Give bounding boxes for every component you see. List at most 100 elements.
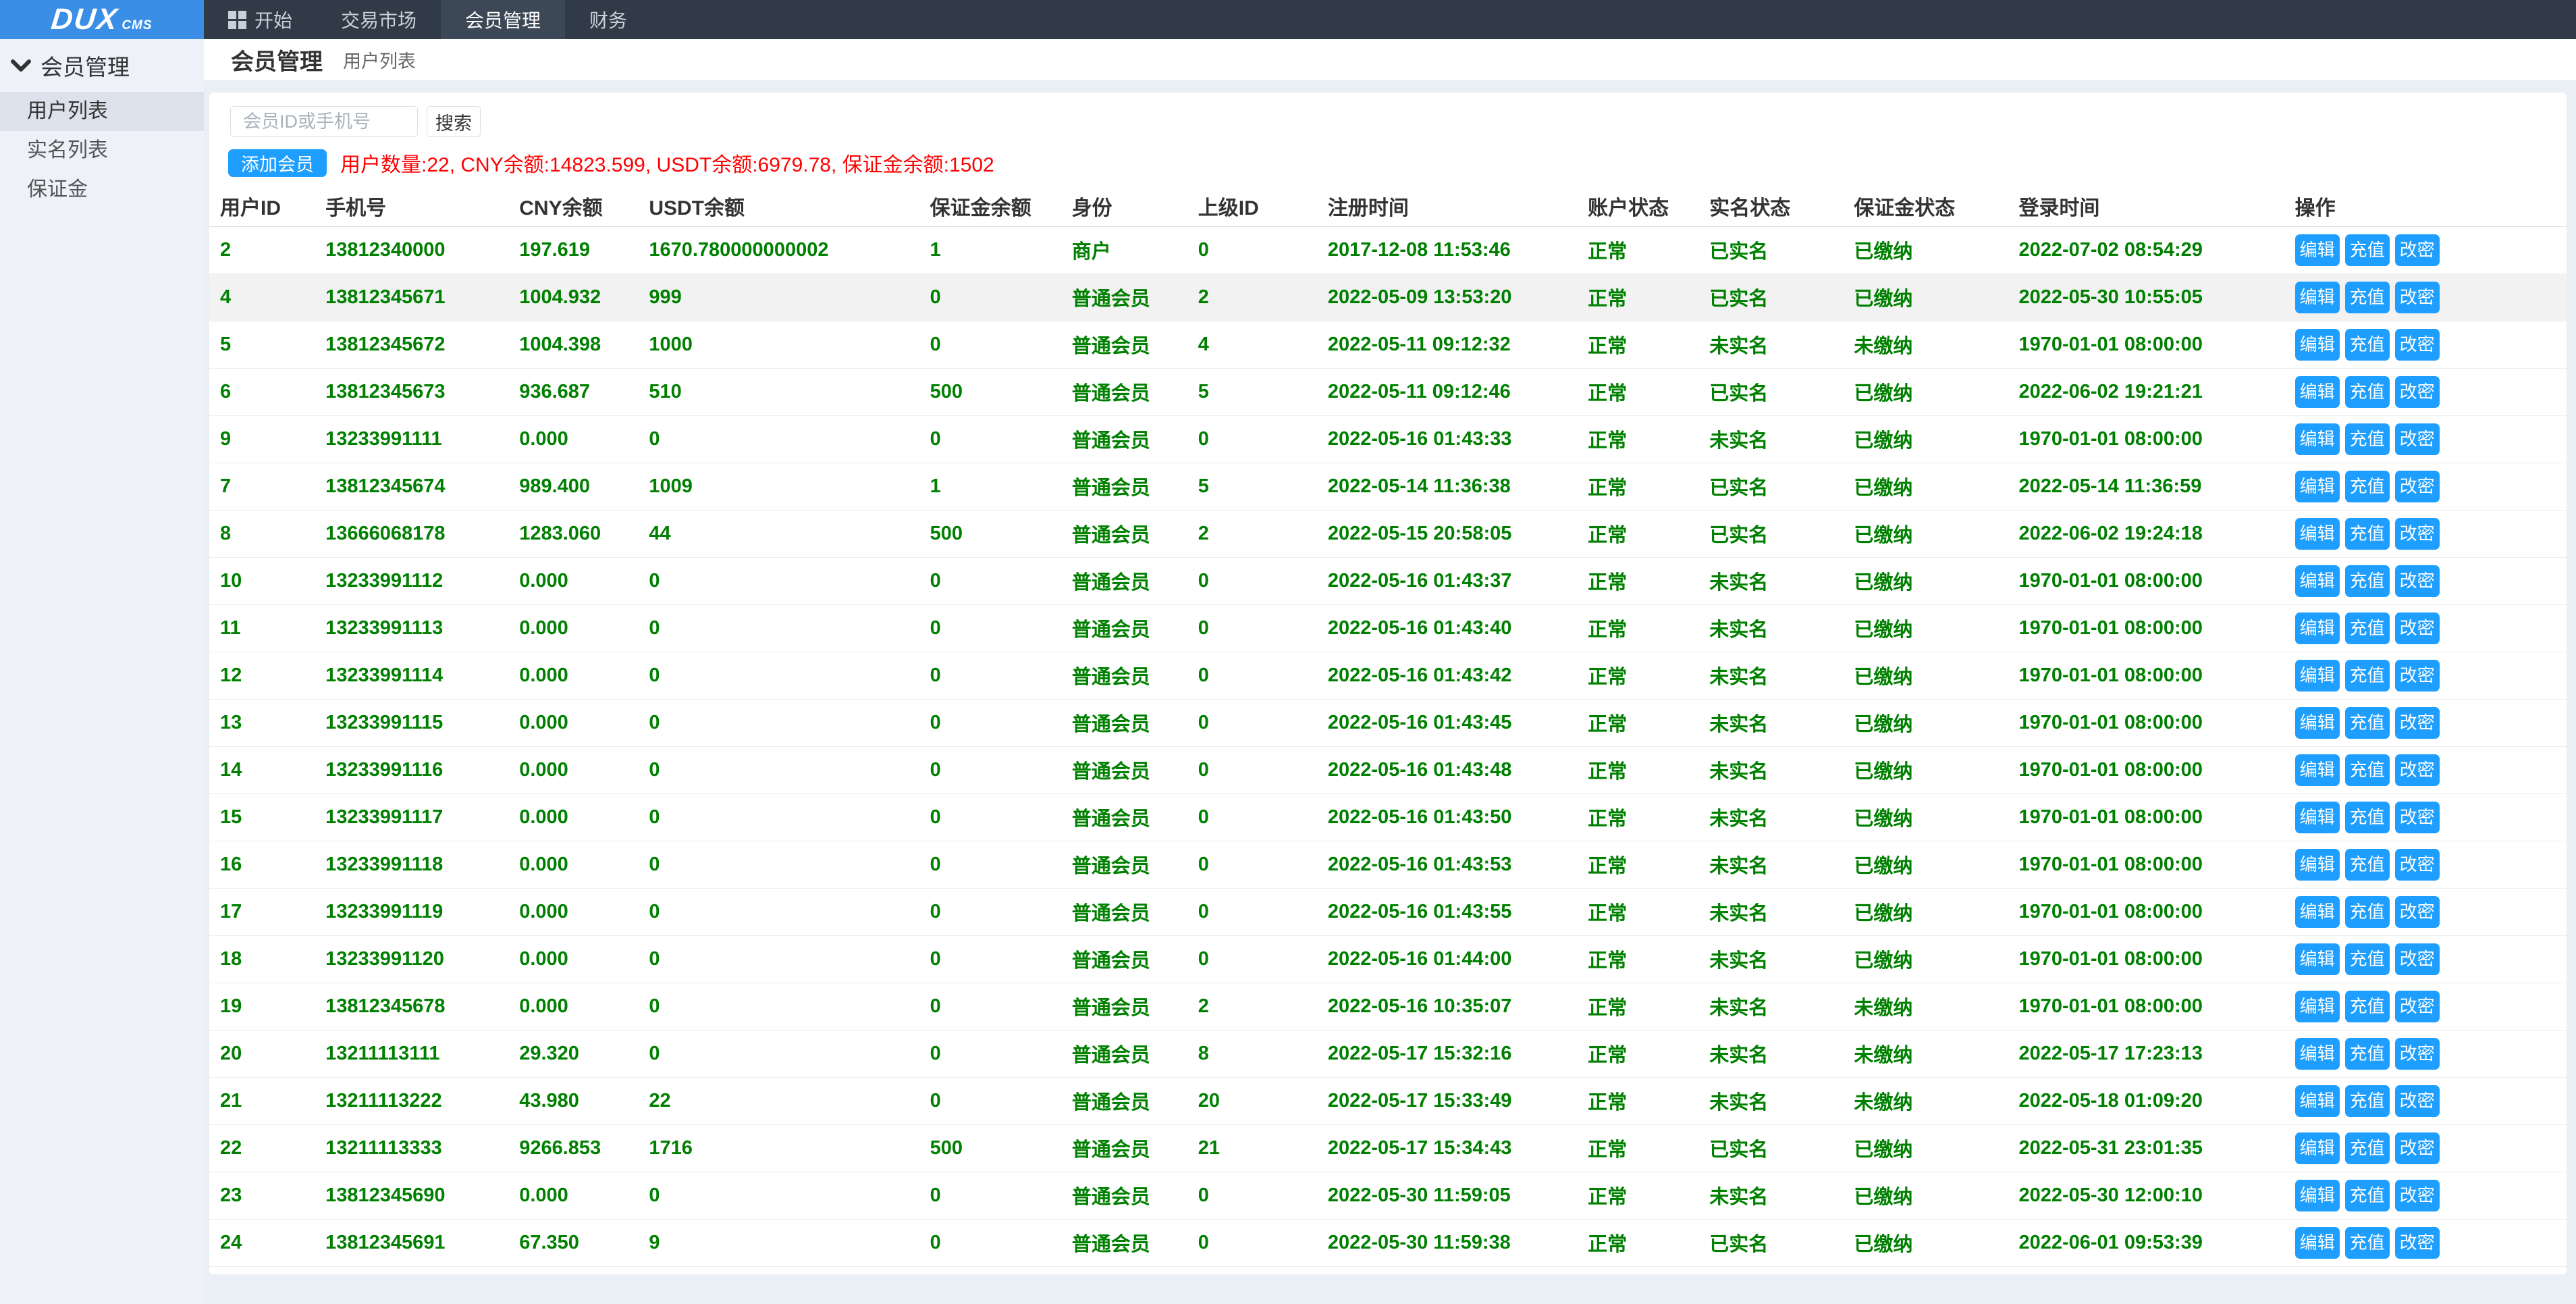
cell-actions: 编辑充值改密 xyxy=(2284,415,2567,463)
recharge-button[interactable]: 充值 xyxy=(2345,234,2390,266)
recharge-button[interactable]: 充值 xyxy=(2345,423,2390,455)
cell-register-time: 2017-12-08 11:53:46 xyxy=(1317,226,1577,273)
change-password-button[interactable]: 改密 xyxy=(2395,707,2440,739)
change-password-button[interactable]: 改密 xyxy=(2395,1180,2440,1211)
change-password-button[interactable]: 改密 xyxy=(2395,1038,2440,1070)
cell-usdt-balance: 0 xyxy=(638,604,919,652)
change-password-button[interactable]: 改密 xyxy=(2395,518,2440,550)
logo[interactable]: DUX CMS xyxy=(0,0,204,39)
cell-parent-id: 0 xyxy=(1187,935,1317,983)
change-password-button[interactable]: 改密 xyxy=(2395,896,2440,928)
cell-actions: 编辑充值改密 xyxy=(2284,841,2567,888)
cell-usdt-balance: 999 xyxy=(638,273,919,321)
cell-phone: 13233991112 xyxy=(315,557,508,604)
edit-button[interactable]: 编辑 xyxy=(2295,849,2340,881)
edit-button[interactable]: 编辑 xyxy=(2295,707,2340,739)
change-password-button[interactable]: 改密 xyxy=(2395,471,2440,502)
add-member-button[interactable]: 添加会员 xyxy=(228,149,327,177)
cell-cny-balance: 0.000 xyxy=(508,935,638,983)
cell-deposit-balance: 0 xyxy=(919,699,1061,746)
cell-register-time: 2022-05-30 11:59:05 xyxy=(1317,1172,1577,1219)
recharge-button[interactable]: 充值 xyxy=(2345,802,2390,833)
recharge-button[interactable]: 充值 xyxy=(2345,660,2390,692)
edit-button[interactable]: 编辑 xyxy=(2295,329,2340,361)
sidebar-group-member-management[interactable]: 会员管理 xyxy=(0,39,204,92)
edit-button[interactable]: 编辑 xyxy=(2295,471,2340,502)
change-password-button[interactable]: 改密 xyxy=(2395,660,2440,692)
edit-button[interactable]: 编辑 xyxy=(2295,518,2340,550)
change-password-button[interactable]: 改密 xyxy=(2395,329,2440,361)
change-password-button[interactable]: 改密 xyxy=(2395,754,2440,786)
sidebar-item-deposit[interactable]: 保证金 xyxy=(0,170,204,209)
recharge-button[interactable]: 充值 xyxy=(2345,991,2390,1022)
edit-button[interactable]: 编辑 xyxy=(2295,1132,2340,1164)
edit-button[interactable]: 编辑 xyxy=(2295,1227,2340,1259)
change-password-button[interactable]: 改密 xyxy=(2395,943,2440,975)
sidebar-item-realname-list[interactable]: 实名列表 xyxy=(0,131,204,170)
recharge-button[interactable]: 充值 xyxy=(2345,1038,2390,1070)
cell-realname-status: 未实名 xyxy=(1698,888,1843,935)
cell-login-time: 1970-01-01 08:00:00 xyxy=(2008,321,2284,368)
recharge-button[interactable]: 充值 xyxy=(2345,518,2390,550)
nav-item-member-management[interactable]: 会员管理 xyxy=(441,0,565,39)
cell-actions: 编辑充值改密 xyxy=(2284,1030,2567,1077)
table-row: 13132339911150.00000普通会员02022-05-16 01:4… xyxy=(209,699,2567,746)
edit-button[interactable]: 编辑 xyxy=(2295,896,2340,928)
recharge-button[interactable]: 充值 xyxy=(2345,329,2390,361)
change-password-button[interactable]: 改密 xyxy=(2395,376,2440,408)
recharge-button[interactable]: 充值 xyxy=(2345,471,2390,502)
recharge-button[interactable]: 充值 xyxy=(2345,1227,2390,1259)
edit-button[interactable]: 编辑 xyxy=(2295,612,2340,644)
recharge-button[interactable]: 充值 xyxy=(2345,943,2390,975)
edit-button[interactable]: 编辑 xyxy=(2295,423,2340,455)
change-password-button[interactable]: 改密 xyxy=(2395,565,2440,597)
edit-button[interactable]: 编辑 xyxy=(2295,1085,2340,1117)
recharge-button[interactable]: 充值 xyxy=(2345,282,2390,313)
cell-realname-status: 已实名 xyxy=(1698,1219,1843,1266)
cell-deposit-status: 已缴纳 xyxy=(1843,510,2008,557)
recharge-button[interactable]: 充值 xyxy=(2345,1132,2390,1164)
recharge-button[interactable]: 充值 xyxy=(2345,754,2390,786)
recharge-button[interactable]: 充值 xyxy=(2345,707,2390,739)
change-password-button[interactable]: 改密 xyxy=(2395,991,2440,1022)
edit-button[interactable]: 编辑 xyxy=(2295,1180,2340,1211)
nav-item-trading-market[interactable]: 交易市场 xyxy=(317,0,441,39)
change-password-button[interactable]: 改密 xyxy=(2395,234,2440,266)
edit-button[interactable]: 编辑 xyxy=(2295,943,2340,975)
cell-realname-status: 已实名 xyxy=(1698,368,1843,415)
cell-actions: 编辑充值改密 xyxy=(2284,652,2567,699)
search-input[interactable] xyxy=(230,106,418,137)
change-password-button[interactable]: 改密 xyxy=(2395,1227,2440,1259)
edit-button[interactable]: 编辑 xyxy=(2295,991,2340,1022)
cell-usdt-balance: 0 xyxy=(638,888,919,935)
edit-button[interactable]: 编辑 xyxy=(2295,282,2340,313)
change-password-button[interactable]: 改密 xyxy=(2395,849,2440,881)
cell-actions: 编辑充值改密 xyxy=(2284,604,2567,652)
recharge-button[interactable]: 充值 xyxy=(2345,1085,2390,1117)
table-row: 211321111322243.980220普通会员202022-05-17 1… xyxy=(209,1077,2567,1124)
search-button[interactable]: 搜索 xyxy=(427,106,481,137)
change-password-button[interactable]: 改密 xyxy=(2395,423,2440,455)
sidebar-group-label: 会员管理 xyxy=(41,49,130,82)
recharge-button[interactable]: 充值 xyxy=(2345,849,2390,881)
change-password-button[interactable]: 改密 xyxy=(2395,802,2440,833)
edit-button[interactable]: 编辑 xyxy=(2295,565,2340,597)
edit-button[interactable]: 编辑 xyxy=(2295,234,2340,266)
change-password-button[interactable]: 改密 xyxy=(2395,282,2440,313)
edit-button[interactable]: 编辑 xyxy=(2295,754,2340,786)
edit-button[interactable]: 编辑 xyxy=(2295,802,2340,833)
change-password-button[interactable]: 改密 xyxy=(2395,1132,2440,1164)
recharge-button[interactable]: 充值 xyxy=(2345,612,2390,644)
edit-button[interactable]: 编辑 xyxy=(2295,1038,2340,1070)
recharge-button[interactable]: 充值 xyxy=(2345,565,2390,597)
change-password-button[interactable]: 改密 xyxy=(2395,612,2440,644)
nav-item-start[interactable]: 开始 xyxy=(204,0,317,39)
sidebar-item-user-list[interactable]: 用户列表 xyxy=(0,92,204,131)
edit-button[interactable]: 编辑 xyxy=(2295,376,2340,408)
nav-item-finance[interactable]: 财务 xyxy=(565,0,651,39)
recharge-button[interactable]: 充值 xyxy=(2345,896,2390,928)
recharge-button[interactable]: 充值 xyxy=(2345,376,2390,408)
change-password-button[interactable]: 改密 xyxy=(2395,1085,2440,1117)
edit-button[interactable]: 编辑 xyxy=(2295,660,2340,692)
recharge-button[interactable]: 充值 xyxy=(2345,1180,2390,1211)
